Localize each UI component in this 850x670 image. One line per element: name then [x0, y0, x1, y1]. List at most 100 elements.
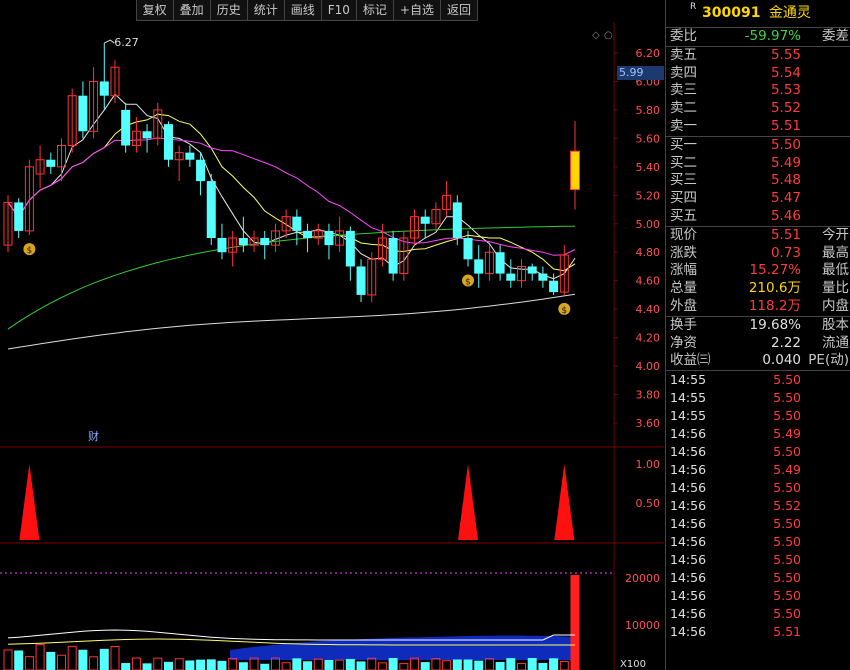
toolbar-button-8[interactable]: 返回	[439, 0, 478, 21]
volume-bar	[14, 650, 24, 670]
candle-body	[506, 273, 516, 281]
ma5-line	[7, 93, 576, 280]
candle-body	[324, 230, 334, 246]
bid-row-2-label: 买三	[670, 172, 697, 189]
ask-row-1-label: 卖四	[670, 64, 697, 81]
bid-row-0: 买一 5.50	[666, 137, 850, 155]
toolbar-button-5[interactable]: F10	[320, 0, 357, 21]
volume-bar	[185, 660, 195, 670]
candle-body	[14, 202, 24, 231]
quote-panel: R 300091 金通灵 委比 -59.97% 委差 卖五 5.55 卖四 5.54 卖…	[665, 0, 850, 670]
fund-row-0-label: 换手	[670, 316, 697, 333]
volume-bar	[303, 661, 313, 670]
tick-row: 14:56 5.50	[666, 533, 850, 551]
tick-row: 14:56 5.50	[666, 479, 850, 497]
bid-row-1-value: 5.49	[770, 154, 801, 171]
tick-time: 14:56	[670, 588, 707, 604]
ask-row-2-value: 5.53	[770, 82, 801, 99]
bid-row-3: 买四 5.47	[666, 190, 850, 208]
ask-row-0-value: 5.55	[770, 46, 801, 63]
volume-bar	[281, 662, 291, 670]
fund-row-0: 换手 19.68% 股本	[666, 317, 850, 335]
candle-body	[99, 81, 109, 96]
ask-row-2-label: 卖三	[670, 82, 697, 99]
bid-row-4-label: 买五	[670, 207, 697, 224]
toolbar-button-3[interactable]: 统计	[246, 0, 285, 21]
toolbar-button-0[interactable]: 复权	[135, 0, 174, 21]
toolbar-button-7[interactable]: +自选	[392, 0, 441, 21]
stat-row-0-label2: 今开	[822, 226, 849, 243]
high-price-label: 6.27	[114, 36, 139, 49]
volume-bar	[217, 660, 227, 670]
bid-row-2: 买三 5.48	[666, 172, 850, 190]
price-axis-label: 4.20	[636, 332, 661, 345]
volume-bar	[163, 661, 173, 670]
ma10-line	[7, 113, 576, 272]
ask-row-3-value: 5.52	[770, 100, 801, 117]
tick-row: 14:55 5.50	[666, 371, 850, 389]
tick-price: 5.52	[773, 498, 801, 514]
tick-row: 14:56 5.49	[666, 461, 850, 479]
volume-bar	[313, 658, 323, 670]
ask-row-4-value: 5.51	[770, 117, 801, 134]
stat-row-2-label: 涨幅	[670, 262, 697, 279]
tick-row: 14:56 5.51	[666, 623, 850, 641]
volume-bar	[527, 658, 537, 670]
volume-bar	[570, 575, 580, 670]
tick-time: 14:56	[670, 480, 707, 496]
volume-bar	[206, 659, 216, 670]
tick-time: 14:56	[670, 462, 707, 478]
kline-chart-area[interactable]: 6.20 6.00 5.80 5.60 5.40 5.20 5.00 4.80 4.60 4.40…	[0, 0, 664, 670]
volume-bar	[495, 662, 505, 670]
price-axis-label: 4.80	[636, 246, 661, 259]
volume-bar	[367, 657, 377, 670]
candle-body	[142, 131, 152, 139]
toolbar-button-4[interactable]: 画线	[283, 0, 322, 21]
tick-time: 14:56	[670, 534, 707, 550]
bid-row-1: 买二 5.49	[666, 155, 850, 173]
ask-row-3-label: 卖二	[670, 100, 697, 117]
toolbar-button-2[interactable]: 历史	[209, 0, 248, 21]
candle-body	[356, 266, 366, 295]
fund-row-0-value: 19.68%	[749, 316, 801, 333]
volume-bar	[67, 645, 77, 670]
volume-bar	[292, 658, 302, 670]
r-mark: R	[690, 2, 697, 12]
diamond-icon: ◇	[592, 30, 600, 41]
tick-time: 14:56	[670, 498, 707, 514]
signal-triangle	[554, 464, 575, 540]
volume-bar	[345, 658, 355, 670]
tick-time: 14:55	[670, 408, 707, 424]
candle-body	[474, 259, 484, 274]
tick-time: 14:56	[670, 444, 707, 460]
kline-chart[interactable]: 6.206.005.805.605.405.205.004.804.604.40…	[0, 0, 664, 670]
volume-bar	[89, 656, 99, 670]
stock-code[interactable]: 300091	[702, 5, 760, 21]
tick-time: 14:56	[670, 516, 707, 532]
toolbar-button-1[interactable]: 叠加	[172, 0, 211, 21]
candle-body	[292, 216, 302, 231]
candle-body	[303, 230, 313, 238]
volume-bar	[442, 660, 452, 670]
candle-body	[196, 159, 206, 182]
tick-price: 5.50	[773, 480, 801, 496]
current-price-tag: 5.99	[617, 66, 664, 80]
toolbar-button-6[interactable]: 标记	[355, 0, 394, 21]
volume-bar	[110, 645, 120, 670]
tick-price: 5.50	[773, 570, 801, 586]
candle-body	[260, 238, 270, 246]
stock-name[interactable]: 金通灵	[769, 5, 811, 21]
tick-price: 5.50	[773, 552, 801, 568]
volume-bar	[260, 663, 270, 670]
volume-bar	[431, 658, 441, 670]
stat-row-3-label2: 量比	[822, 280, 849, 297]
signal-axis-label: 0.50	[636, 497, 661, 510]
tick-price: 5.50	[773, 588, 801, 604]
candle-body	[452, 202, 462, 238]
signal-triangle	[458, 464, 479, 540]
candle-body	[217, 238, 227, 253]
fund-row-1-value: 2.22	[770, 334, 801, 351]
bid-row-4-value: 5.46	[770, 207, 801, 224]
price-axis-label: 4.40	[636, 303, 661, 316]
ask-row-0-label: 卖五	[670, 46, 697, 63]
